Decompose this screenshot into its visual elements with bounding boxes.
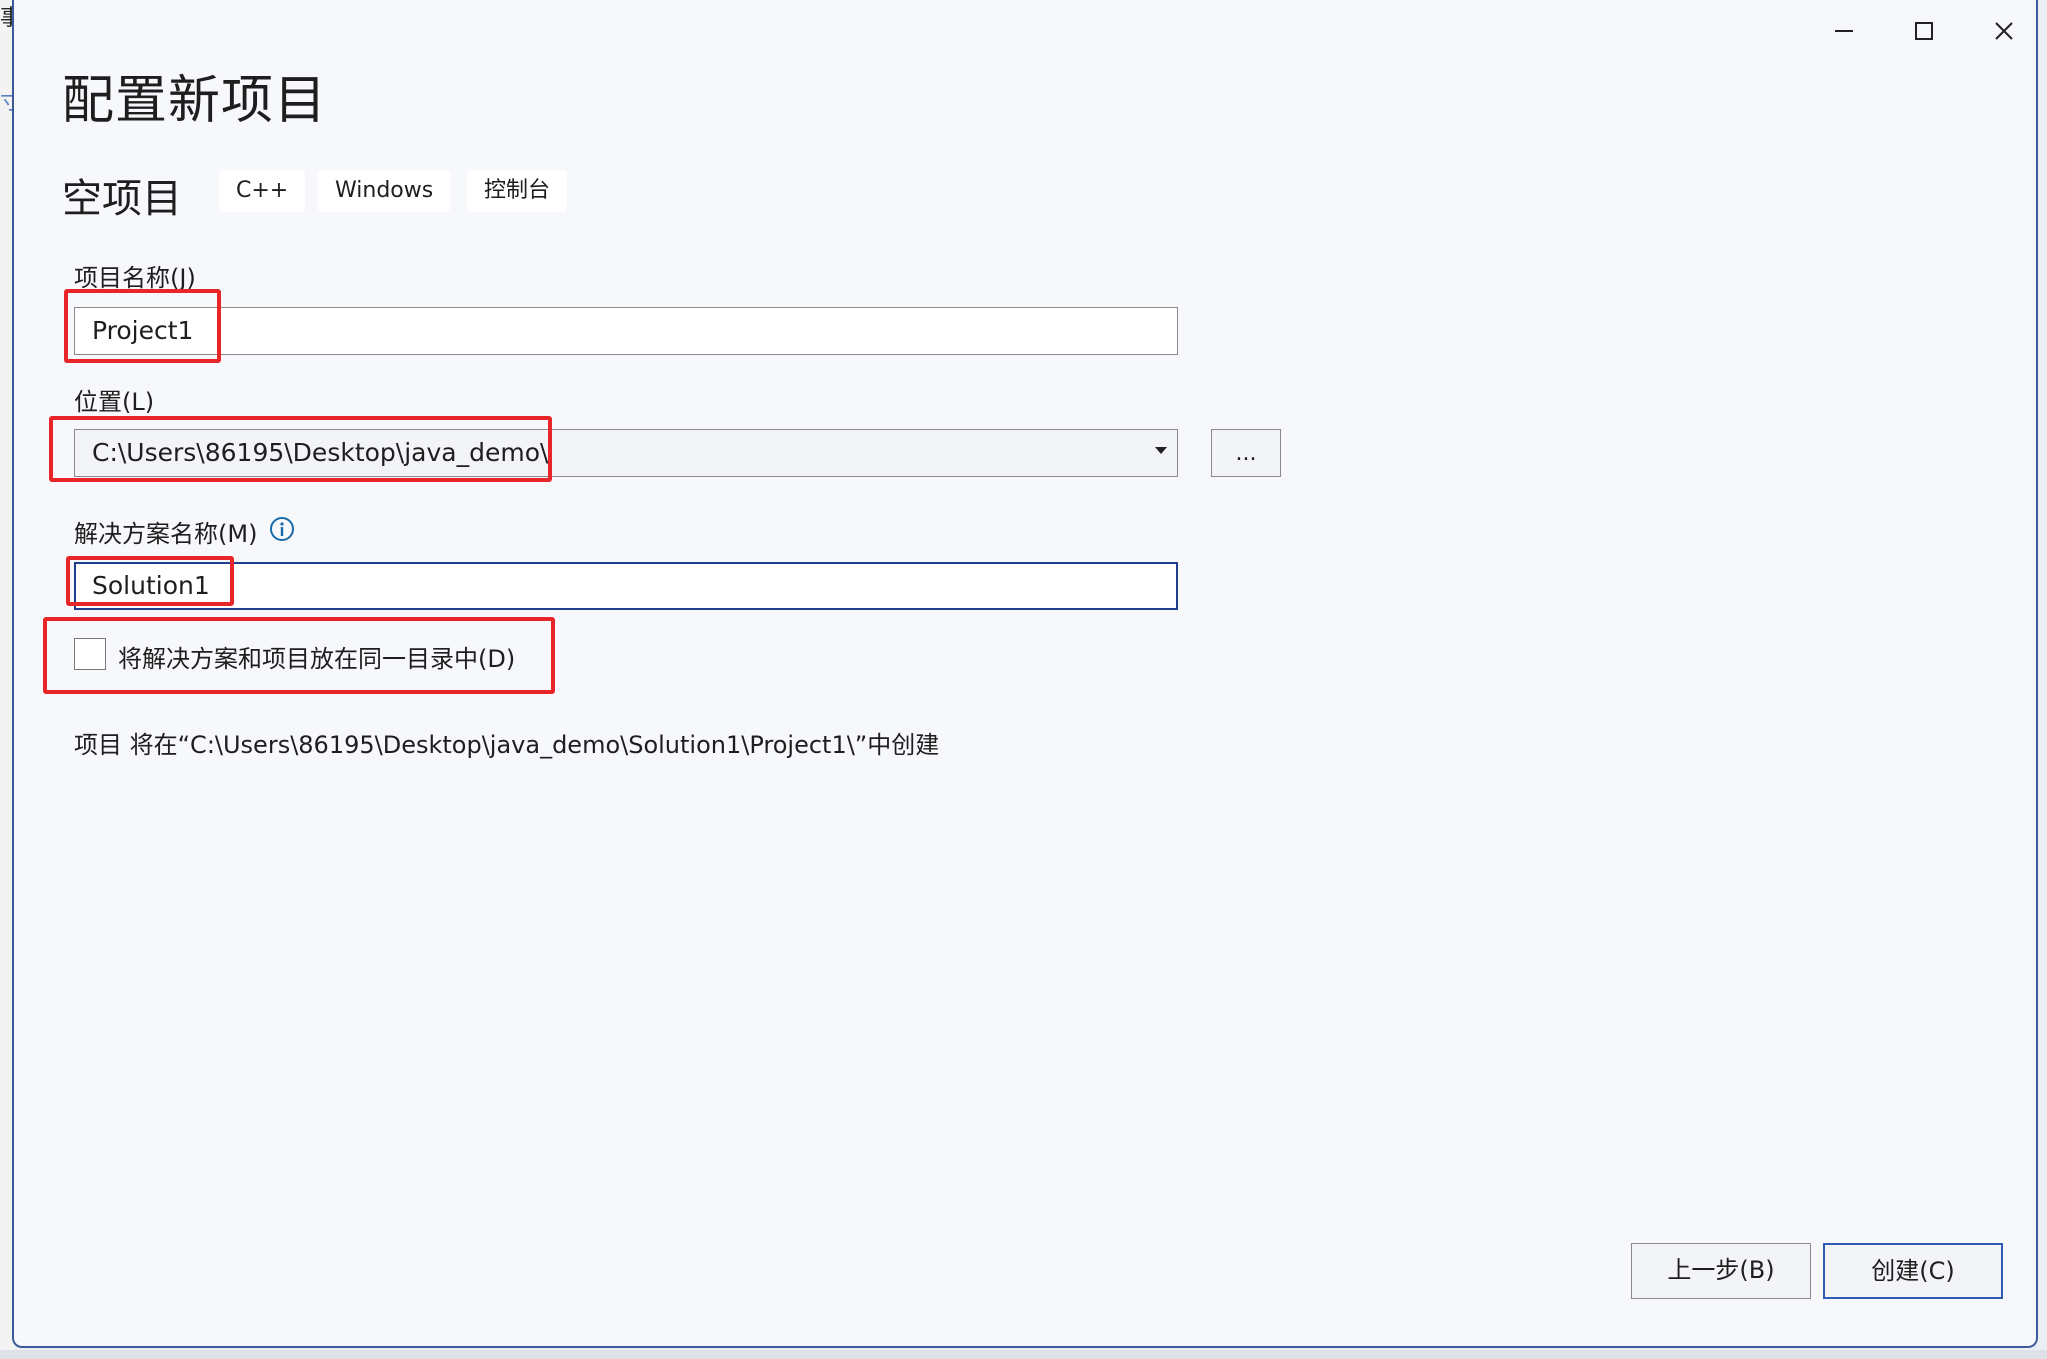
location-combobox[interactable]: C:\Users\86195\Desktop\java_demo\ [74, 429, 1178, 477]
minimize-icon [1835, 30, 1853, 32]
page-title: 配置新项目 [62, 71, 328, 131]
close-icon [1995, 22, 2013, 40]
configure-project-dialog: 配置新项目 空项目 C++ Windows 控制台 项目名称(J) Projec… [12, 0, 2038, 1348]
minimize-button[interactable] [1814, 10, 1874, 52]
same-directory-checkbox[interactable] [74, 638, 106, 670]
background-bottom-strip [0, 1350, 2047, 1359]
tag-console: 控制台 [467, 170, 568, 212]
template-name: 空项目 [62, 176, 182, 222]
browse-button[interactable]: ... [1211, 429, 1281, 477]
tag-windows: Windows [318, 170, 451, 212]
location-value: C:\Users\86195\Desktop\java_demo\ [92, 438, 549, 467]
maximize-icon [1915, 22, 1933, 40]
chevron-down-icon[interactable] [1155, 447, 1167, 454]
close-button[interactable] [1974, 10, 2034, 52]
location-label: 位置(L) [74, 388, 155, 416]
tag-cpp: C++ [219, 170, 306, 212]
create-button[interactable]: 创建(C) [1823, 1243, 2003, 1299]
info-icon[interactable] [269, 516, 295, 542]
solution-name-label: 解决方案名称(M) [74, 520, 258, 548]
solution-name-input[interactable]: Solution1 [74, 562, 1178, 610]
project-name-label: 项目名称(J) [74, 264, 196, 292]
project-path-preview: 项目 将在“C:\Users\86195\Desktop\java_demo\S… [74, 731, 940, 759]
maximize-button[interactable] [1894, 10, 1954, 52]
same-directory-checkbox-label[interactable]: 将解决方案和项目放在同一目录中(D) [118, 639, 515, 674]
back-button[interactable]: 上一步(B) [1631, 1243, 1811, 1299]
project-name-input[interactable]: Project1 [74, 307, 1178, 355]
